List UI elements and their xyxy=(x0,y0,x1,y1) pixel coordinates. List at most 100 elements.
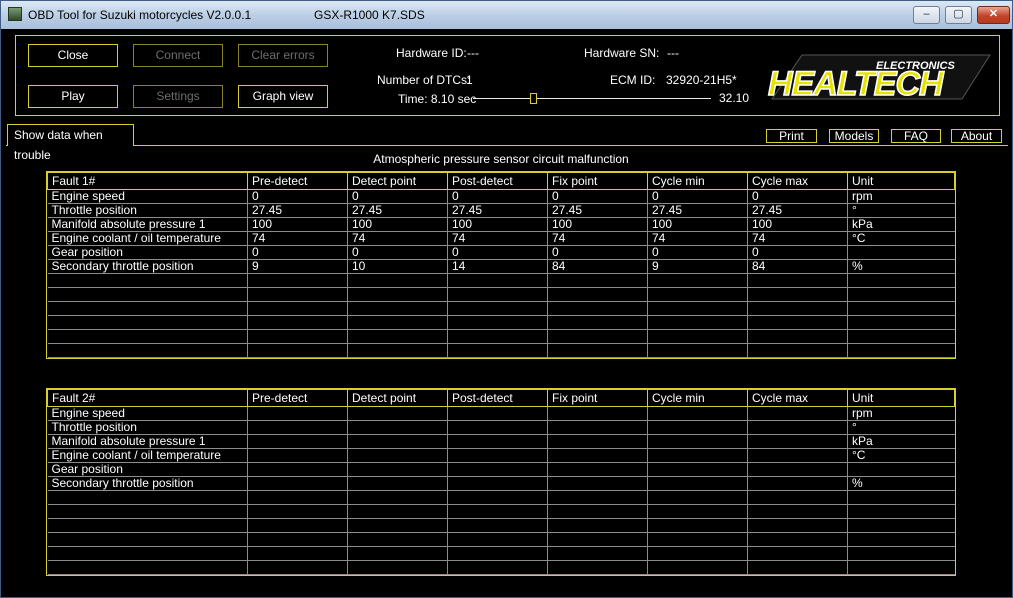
close-window-button[interactable]: ✕ xyxy=(977,6,1010,24)
fault2-header-cell[interactable]: Fault 2# xyxy=(47,389,248,407)
table-row[interactable]: Manifold absolute pressure 1 kPa xyxy=(47,434,955,449)
maximize-button[interactable]: ▢ xyxy=(945,6,972,24)
table-cell xyxy=(47,504,248,519)
table-cell: 0 xyxy=(647,245,748,260)
table-cell xyxy=(647,406,748,421)
fault2-header-cell[interactable]: Pre-detect xyxy=(247,389,348,407)
logo-main-text: HEALTECH xyxy=(768,65,945,103)
minimize-icon: ‒ xyxy=(923,8,930,20)
fault1-header-cell[interactable]: Pre-detect xyxy=(247,172,348,190)
close-button[interactable]: Close xyxy=(28,44,118,67)
table-cell xyxy=(247,434,348,449)
fault-description: Atmospheric pressure sensor circuit malf… xyxy=(373,152,629,166)
table-cell xyxy=(47,287,248,302)
table-cell xyxy=(347,420,448,435)
table-row[interactable] xyxy=(47,287,955,302)
fault1-header-cell[interactable]: Fault 1# xyxy=(47,172,248,190)
table-cell xyxy=(547,560,648,575)
close-icon: ✕ xyxy=(988,8,999,20)
table-cell xyxy=(847,504,955,519)
table-cell xyxy=(547,462,648,477)
table-cell xyxy=(747,518,848,533)
table-row[interactable] xyxy=(47,315,955,330)
table-row[interactable]: Throttle position ° xyxy=(47,420,955,435)
table-row[interactable] xyxy=(47,532,955,547)
table-cell xyxy=(747,329,848,344)
table-row[interactable]: Engine coolant / oil temperature 74 74 74 74… xyxy=(47,231,955,246)
print-button[interactable]: Print xyxy=(766,129,817,143)
table-row[interactable]: Engine speed 0 0 0 0 0 0 rpm xyxy=(47,189,955,204)
table-cell xyxy=(547,343,648,358)
table-cell xyxy=(47,532,248,547)
table-cell: 74 xyxy=(647,231,748,246)
table-row[interactable]: Secondary throttle position% xyxy=(47,476,955,491)
table-row[interactable] xyxy=(47,560,955,575)
fault1-header-cell[interactable]: Cycle max xyxy=(747,172,848,190)
faq-button[interactable]: FAQ xyxy=(891,129,941,143)
app-window: OBD Tool for Suzuki motorcycles V2.0.0.1… xyxy=(0,0,1013,598)
table-row[interactable] xyxy=(47,504,955,519)
fault2-header-cell[interactable]: Detect point xyxy=(347,389,448,407)
table-cell: ° xyxy=(847,420,955,435)
table-row[interactable] xyxy=(47,490,955,505)
time-slider-thumb[interactable] xyxy=(530,93,538,104)
table-cell: Secondary throttle position xyxy=(47,476,248,491)
models-button[interactable]: Models xyxy=(829,129,879,143)
table-cell xyxy=(247,329,348,344)
about-button[interactable]: About xyxy=(951,129,1002,143)
graph-view-button[interactable]: Graph view xyxy=(238,85,328,108)
play-button[interactable]: Play xyxy=(28,85,118,108)
fault2-header-cell[interactable]: Unit xyxy=(847,389,955,407)
table-cell: 100 xyxy=(347,217,448,232)
table-row[interactable]: Engine speed rpm xyxy=(47,406,955,421)
fault2-header-cell[interactable]: Cycle min xyxy=(647,389,748,407)
table-cell: rpm xyxy=(847,406,955,421)
table-row[interactable]: Secondary throttle position 9 10 14 84 9 84% xyxy=(47,259,955,274)
table-row[interactable]: Engine coolant / oil temperature °C xyxy=(47,448,955,463)
fault1-header-cell[interactable]: Fix point xyxy=(547,172,648,190)
table-cell xyxy=(547,490,648,505)
table-cell xyxy=(547,420,648,435)
table-cell: 27.45 xyxy=(347,203,448,218)
table-cell xyxy=(347,406,448,421)
table-cell xyxy=(447,343,548,358)
table-row[interactable] xyxy=(47,546,955,561)
table-cell: 100 xyxy=(547,217,648,232)
table-row[interactable] xyxy=(47,329,955,344)
table-cell: 0 xyxy=(447,245,548,260)
connect-button[interactable]: Connect xyxy=(133,44,223,67)
table-cell xyxy=(447,448,548,463)
settings-button[interactable]: Settings xyxy=(133,85,223,108)
table-row[interactable]: Gear position 0 0 0 0 0 0 xyxy=(47,245,955,260)
table-cell xyxy=(847,462,955,477)
table-row[interactable] xyxy=(47,518,955,533)
minimize-button[interactable]: ‒ xyxy=(913,6,940,24)
title-bar[interactable]: OBD Tool for Suzuki motorcycles V2.0.0.1… xyxy=(1,1,1012,29)
table-cell xyxy=(347,518,448,533)
table-row[interactable] xyxy=(47,301,955,316)
fault1-header-cell[interactable]: Cycle min xyxy=(647,172,748,190)
table-row[interactable]: Gear position xyxy=(47,462,955,477)
fault2-header-cell[interactable]: Post-detect xyxy=(447,389,548,407)
table-cell xyxy=(647,476,748,491)
fault1-header-cell[interactable]: Unit xyxy=(847,172,955,190)
table-row[interactable] xyxy=(47,273,955,288)
table-cell xyxy=(847,518,955,533)
fault1-header-cell[interactable]: Post-detect xyxy=(447,172,548,190)
table-cell xyxy=(247,273,348,288)
table-cell xyxy=(647,329,748,344)
table-row[interactable] xyxy=(47,343,955,358)
fault2-header-cell[interactable]: Cycle max xyxy=(747,389,848,407)
clear-errors-button[interactable]: Clear errors xyxy=(238,44,328,67)
table-cell: Engine coolant / oil temperature xyxy=(47,231,248,246)
table-cell: 0 xyxy=(347,189,448,204)
hardware-id-value: --- xyxy=(467,46,479,60)
table-row[interactable]: Manifold absolute pressure 1 100 100 100 100… xyxy=(47,217,955,232)
table-cell: 84 xyxy=(747,259,848,274)
tab-show-data-when-trouble[interactable]: Show data when trouble xyxy=(7,124,134,162)
table-row[interactable]: Throttle position 27.45 27.45 27.45 27.45 27.… xyxy=(47,203,955,218)
fault2-header-cell[interactable]: Fix point xyxy=(547,389,648,407)
table-cell xyxy=(747,546,848,561)
fault1-header-cell[interactable]: Detect point xyxy=(347,172,448,190)
time-slider-track[interactable] xyxy=(473,98,711,99)
